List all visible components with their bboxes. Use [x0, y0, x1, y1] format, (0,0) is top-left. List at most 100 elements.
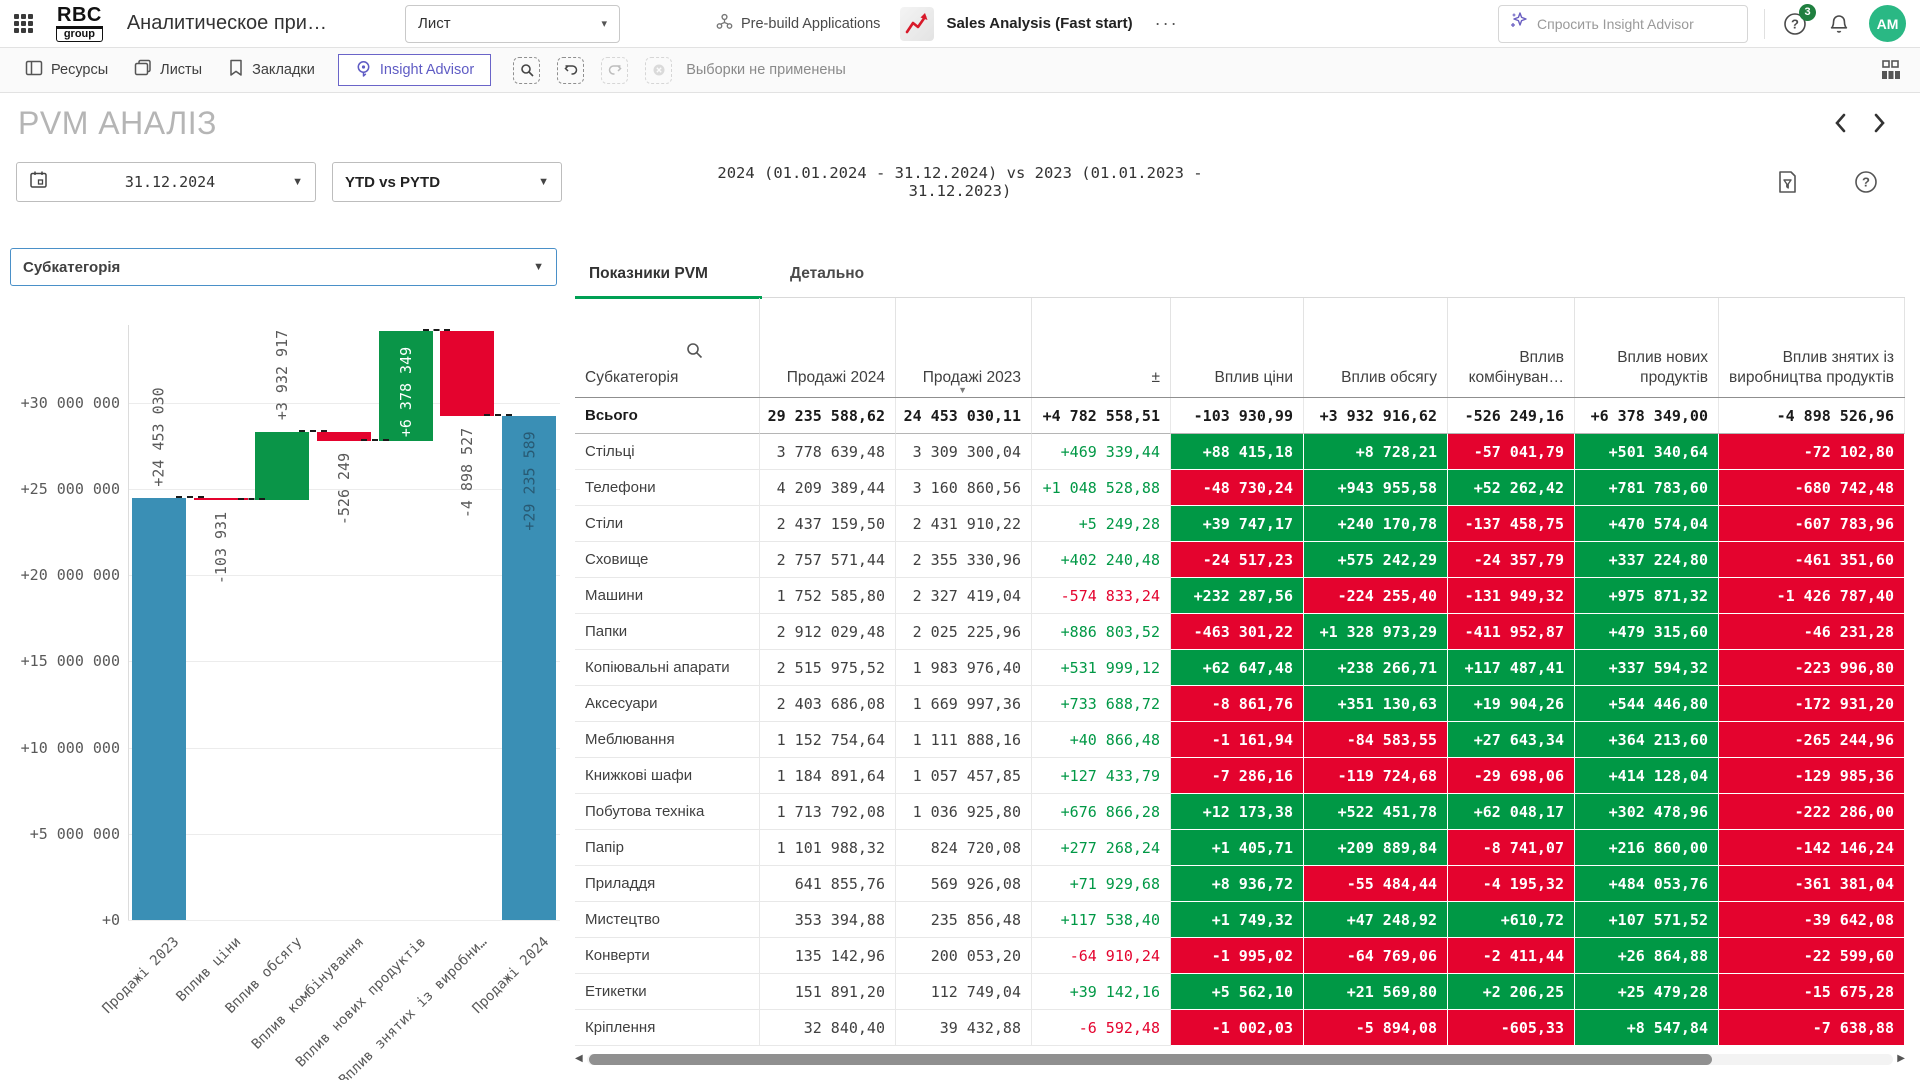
horizontal-scrollbar[interactable]: ◀ ▶: [575, 1052, 1905, 1066]
cell-impact-5[interactable]: -39 642,08: [1719, 902, 1905, 938]
step-forward-icon[interactable]: [601, 57, 628, 84]
cell-impact-3[interactable]: +2 206,25: [1448, 974, 1575, 1010]
cell-impact-4[interactable]: +216 860,00: [1575, 830, 1719, 866]
cell-impact-3[interactable]: -2 411,44: [1448, 938, 1575, 974]
cell-impact-3[interactable]: -137 458,75: [1448, 506, 1575, 542]
cell-delta[interactable]: +40 866,48: [1032, 722, 1171, 758]
toolbar-item-resources[interactable]: Ресурсы: [12, 48, 121, 92]
cell-impact-4[interactable]: +414 128,04: [1575, 758, 1719, 794]
cell-impact-2[interactable]: +522 451,78: [1304, 794, 1448, 830]
cell-impact-5[interactable]: -172 931,20: [1719, 686, 1905, 722]
cell-impact-3[interactable]: -411 952,87: [1448, 614, 1575, 650]
cell-sales-2024[interactable]: 2 515 975,52: [760, 650, 896, 686]
cell-sales-2024[interactable]: 1 101 988,32: [760, 830, 896, 866]
cell-impact-1[interactable]: +88 415,18: [1171, 434, 1304, 470]
cell-impact-2[interactable]: -55 484,44: [1304, 866, 1448, 902]
cell-delta[interactable]: +4 782 558,51: [1032, 398, 1171, 434]
cell-impact-5[interactable]: -680 742,48: [1719, 470, 1905, 506]
tab-details[interactable]: Детально: [776, 250, 878, 297]
cell-subcategory[interactable]: Сховище: [575, 542, 760, 578]
cell-sales-2024[interactable]: 1 713 792,08: [760, 794, 896, 830]
cell-impact-4[interactable]: +781 783,60: [1575, 470, 1719, 506]
toolbar-item-bookmarks[interactable]: Закладки: [215, 48, 328, 92]
scrollbar-track[interactable]: [587, 1054, 1894, 1065]
cell-impact-1[interactable]: -1 002,03: [1171, 1010, 1304, 1046]
cell-impact-5[interactable]: -72 102,80: [1719, 434, 1905, 470]
cell-impact-5[interactable]: -607 783,96: [1719, 506, 1905, 542]
cell-impact-4[interactable]: +470 574,04: [1575, 506, 1719, 542]
column-header[interactable]: Вплив нових продуктів: [1575, 298, 1719, 397]
cell-impact-5[interactable]: -361 381,04: [1719, 866, 1905, 902]
cell-sales-2024[interactable]: 151 891,20: [760, 974, 896, 1010]
cell-impact-4[interactable]: +479 315,60: [1575, 614, 1719, 650]
cell-sales-2023[interactable]: 1 111 888,16: [896, 722, 1032, 758]
cell-subcategory[interactable]: Папір: [575, 830, 760, 866]
cell-impact-3[interactable]: +27 643,34: [1448, 722, 1575, 758]
cell-delta[interactable]: +39 142,16: [1032, 974, 1171, 1010]
bell-icon[interactable]: [1825, 10, 1853, 38]
cell-subcategory[interactable]: Конверти: [575, 938, 760, 974]
cell-impact-4[interactable]: +8 547,84: [1575, 1010, 1719, 1046]
cell-impact-3[interactable]: -4 195,32: [1448, 866, 1575, 902]
cell-sales-2024[interactable]: 3 778 639,48: [760, 434, 896, 470]
cell-sales-2023[interactable]: 2 327 419,04: [896, 578, 1032, 614]
tab-pvm-indicators[interactable]: Показники PVM: [575, 250, 762, 297]
cell-sales-2024[interactable]: 2 403 686,08: [760, 686, 896, 722]
cell-impact-5[interactable]: -7 638,88: [1719, 1010, 1905, 1046]
column-header[interactable]: Субкатегорія: [575, 298, 760, 397]
waterfall-bar[interactable]: [132, 498, 186, 920]
cell-delta[interactable]: -64 910,24: [1032, 938, 1171, 974]
cell-subcategory[interactable]: Приладдя: [575, 866, 760, 902]
cell-impact-1[interactable]: +1 749,32: [1171, 902, 1304, 938]
cell-delta[interactable]: +71 929,68: [1032, 866, 1171, 902]
cell-delta[interactable]: +402 240,48: [1032, 542, 1171, 578]
cell-impact-1[interactable]: +232 287,56: [1171, 578, 1304, 614]
prebuild-applications-link[interactable]: Pre-build Applications: [716, 13, 880, 34]
cell-impact-2[interactable]: +8 728,21: [1304, 434, 1448, 470]
cell-impact-1[interactable]: -8 861,76: [1171, 686, 1304, 722]
cell-delta[interactable]: +117 538,40: [1032, 902, 1171, 938]
cell-impact-1[interactable]: +1 405,71: [1171, 830, 1304, 866]
cell-impact-1[interactable]: -7 286,16: [1171, 758, 1304, 794]
cell-impact-5[interactable]: -22 599,60: [1719, 938, 1905, 974]
date-filter[interactable]: 31.12.2024 ▼: [16, 162, 316, 202]
cell-delta[interactable]: +5 249,28: [1032, 506, 1171, 542]
cell-sales-2023[interactable]: 1 036 925,80: [896, 794, 1032, 830]
cell-impact-4[interactable]: +302 478,96: [1575, 794, 1719, 830]
cell-sales-2024[interactable]: 1 152 754,64: [760, 722, 896, 758]
cell-impact-1[interactable]: +12 173,38: [1171, 794, 1304, 830]
insight-advisor-button[interactable]: Insight Advisor: [338, 54, 491, 86]
cell-delta[interactable]: +469 339,44: [1032, 434, 1171, 470]
cell-sales-2024[interactable]: 353 394,88: [760, 902, 896, 938]
cell-subcategory[interactable]: Машини: [575, 578, 760, 614]
cell-impact-3[interactable]: -605,33: [1448, 1010, 1575, 1046]
help-circle-icon[interactable]: ?: [1854, 170, 1878, 194]
cell-impact-2[interactable]: +3 932 916,62: [1304, 398, 1448, 434]
cell-delta[interactable]: -6 592,48: [1032, 1010, 1171, 1046]
column-header[interactable]: Вплив комбінуван…: [1448, 298, 1575, 397]
column-header[interactable]: Вплив обсягу: [1304, 298, 1448, 397]
selections-sheet-filter-icon[interactable]: [1776, 170, 1798, 194]
cell-sales-2023[interactable]: 39 432,88: [896, 1010, 1032, 1046]
cell-impact-5[interactable]: -46 231,28: [1719, 614, 1905, 650]
toolbar-item-sheets[interactable]: Листы: [121, 48, 215, 92]
cell-impact-4[interactable]: +25 479,28: [1575, 974, 1719, 1010]
cell-impact-4[interactable]: +337 224,80: [1575, 542, 1719, 578]
cell-impact-4[interactable]: +26 864,88: [1575, 938, 1719, 974]
search-input[interactable]: [1537, 16, 1737, 32]
cell-subcategory[interactable]: Побутова техніка: [575, 794, 760, 830]
cell-subcategory[interactable]: Копіювальні апарати: [575, 650, 760, 686]
cell-impact-4[interactable]: +484 053,76: [1575, 866, 1719, 902]
cell-subcategory[interactable]: Книжкові шафи: [575, 758, 760, 794]
cell-impact-1[interactable]: +62 647,48: [1171, 650, 1304, 686]
scroll-left-arrow[interactable]: ◀: [575, 1054, 583, 1064]
cell-sales-2024[interactable]: 1 184 891,64: [760, 758, 896, 794]
cell-sales-2023[interactable]: 1 983 976,40: [896, 650, 1032, 686]
cell-sales-2024[interactable]: 1 752 585,80: [760, 578, 896, 614]
cell-sales-2023[interactable]: 1 057 457,85: [896, 758, 1032, 794]
cell-impact-2[interactable]: -84 583,55: [1304, 722, 1448, 758]
column-header[interactable]: Вплив знятих із виробництва продуктів: [1719, 298, 1905, 397]
cell-delta[interactable]: +886 803,52: [1032, 614, 1171, 650]
cell-subcategory[interactable]: Стіли: [575, 506, 760, 542]
cell-impact-5[interactable]: -265 244,96: [1719, 722, 1905, 758]
